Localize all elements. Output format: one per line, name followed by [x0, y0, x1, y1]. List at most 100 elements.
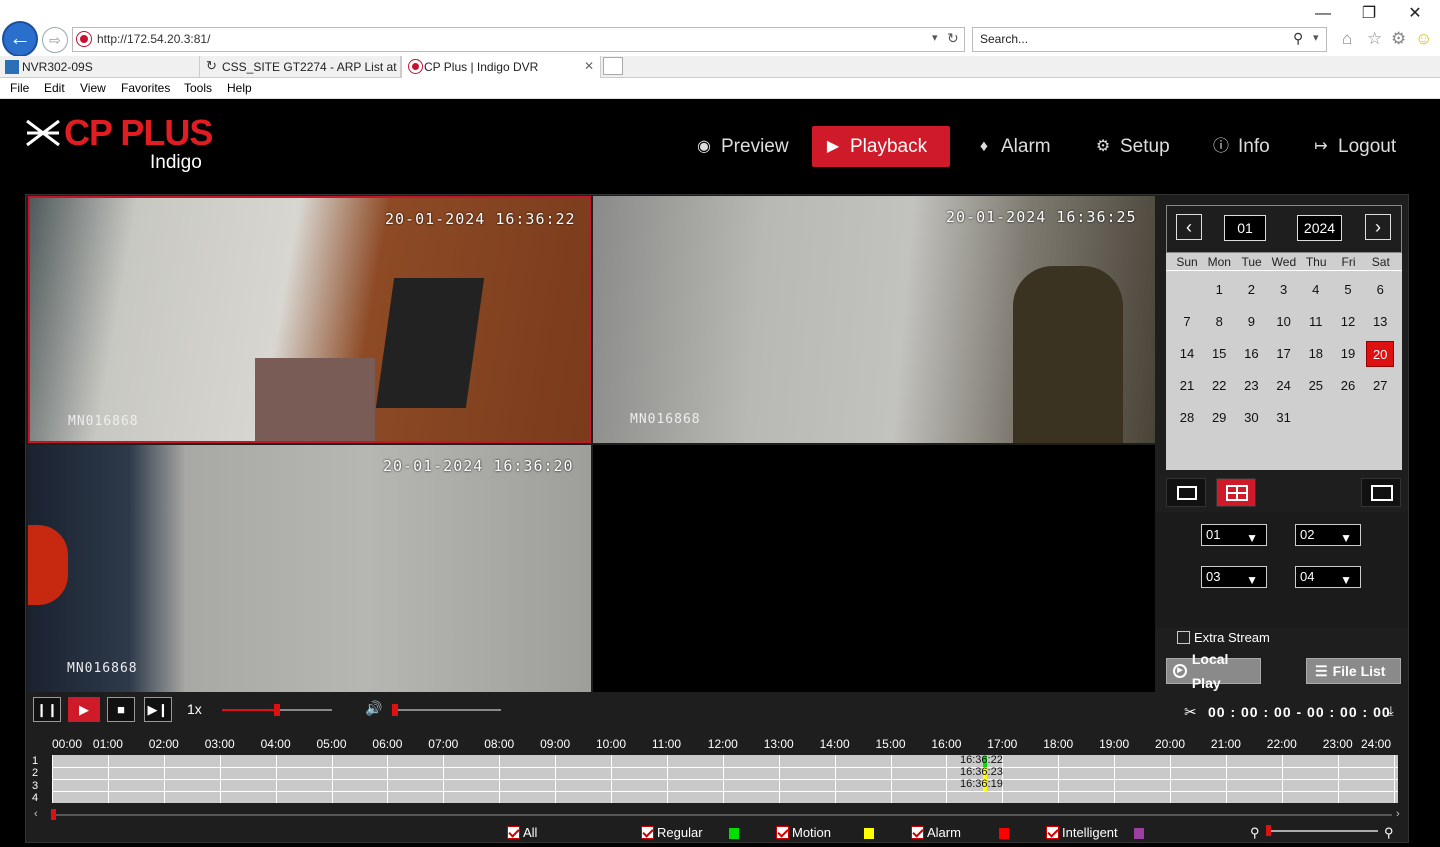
channel-select-2[interactable]: 02 ▼	[1295, 524, 1361, 546]
calendar-day[interactable]: 5	[1334, 277, 1362, 303]
tab-cp-plus[interactable]: CP Plus | Indigo DVR	[401, 56, 601, 78]
search-icon[interactable]: ⚲	[1293, 30, 1303, 47]
minimize-button[interactable]: —	[1300, 0, 1346, 28]
nav-alarm[interactable]: ♦ Alarm	[963, 126, 1063, 167]
pause-button[interactable]: ❙❙	[33, 697, 61, 722]
calendar-day[interactable]: 21	[1173, 373, 1201, 399]
calendar-day[interactable]: 26	[1334, 373, 1362, 399]
legend-checkbox[interactable]	[1046, 826, 1059, 839]
calendar-day[interactable]: 24	[1270, 373, 1298, 399]
volume-icon[interactable]: 🔊	[365, 700, 382, 717]
camera-view-4[interactable]	[593, 445, 1155, 692]
scroll-left-icon[interactable]: ‹	[34, 808, 38, 820]
scroll-right-icon[interactable]: ›	[1396, 808, 1400, 820]
local-play-button[interactable]: ▶ Local Play	[1166, 651, 1261, 691]
stop-button[interactable]: ■	[107, 697, 135, 722]
channel-select-4[interactable]: 04 ▼	[1295, 566, 1361, 588]
legend-intelligent[interactable]: Intelligent	[1046, 825, 1118, 840]
close-window-button[interactable]: ✕	[1392, 0, 1438, 28]
legend-motion[interactable]: Motion	[776, 825, 831, 840]
calendar-day[interactable]: 4	[1302, 277, 1330, 303]
speed-label[interactable]: 1x	[187, 701, 202, 717]
extra-stream-checkbox[interactable]	[1177, 631, 1190, 644]
calendar-day[interactable]: 11	[1302, 309, 1330, 335]
dropdown-arrow-icon[interactable]: ▾	[932, 31, 938, 44]
menu-file[interactable]: File	[10, 78, 29, 99]
favorites-star-icon[interactable]: ☆	[1367, 29, 1382, 49]
forward-button[interactable]: ⇨	[42, 27, 68, 53]
new-tab-button[interactable]	[603, 57, 623, 75]
zoom-slider[interactable]	[1268, 830, 1378, 832]
calendar-day[interactable]: 14	[1173, 341, 1201, 367]
calendar-month[interactable]: 01	[1224, 215, 1266, 241]
file-list-button[interactable]: ☰ File List	[1306, 658, 1401, 684]
zoom-knob[interactable]	[1266, 825, 1271, 836]
timeline-scrollbar[interactable]	[52, 814, 1392, 816]
camera-view-3[interactable]: 20-01-2024 16:36:20 MN016868	[28, 445, 591, 692]
calendar-day[interactable]: 28	[1173, 405, 1201, 431]
layout-quad-button[interactable]	[1216, 478, 1256, 507]
calendar-day[interactable]: 23	[1237, 373, 1265, 399]
layout-single-button[interactable]	[1166, 478, 1206, 507]
smiley-feedback-icon[interactable]: ☺	[1415, 29, 1432, 49]
calendar-day[interactable]: 25	[1302, 373, 1330, 399]
calendar-day[interactable]: 16	[1237, 341, 1265, 367]
calendar-day[interactable]: 2	[1237, 277, 1265, 303]
calendar-day[interactable]: 19	[1334, 341, 1362, 367]
menu-tools[interactable]: Tools	[184, 78, 212, 99]
calendar-day[interactable]: 12	[1334, 309, 1362, 335]
calendar-day[interactable]: 17	[1270, 341, 1298, 367]
timeline-grid[interactable]	[52, 755, 1398, 803]
legend-checkbox[interactable]	[507, 826, 520, 839]
calendar-day[interactable]: 20	[1366, 341, 1395, 367]
channel-select-3[interactable]: 03 ▼	[1201, 566, 1267, 588]
extra-stream-option[interactable]: Extra Stream	[1177, 630, 1270, 645]
play-button[interactable]: ▶	[68, 697, 100, 722]
tab-arp-list[interactable]: CSS_SITE GT2274 - ARP List at a...	[200, 56, 401, 78]
legend-checkbox[interactable]	[911, 826, 924, 839]
calendar-day[interactable]: 30	[1237, 405, 1265, 431]
nav-preview[interactable]: ◉ Preview	[683, 126, 801, 167]
fullscreen-button[interactable]	[1361, 478, 1401, 507]
timeline-scroll-knob[interactable]	[51, 809, 56, 820]
legend-alarm[interactable]: Alarm	[911, 825, 961, 840]
refresh-icon[interactable]: ↻	[947, 30, 959, 47]
calendar-day[interactable]: 10	[1270, 309, 1298, 335]
camera-view-1[interactable]: 20-01-2024 16:36:22 MN016868	[28, 196, 591, 443]
menu-help[interactable]: Help	[227, 78, 252, 99]
calendar-day[interactable]: 13	[1366, 309, 1394, 335]
calendar-day[interactable]: 15	[1205, 341, 1233, 367]
volume-slider[interactable]	[392, 709, 501, 711]
menu-view[interactable]: View	[80, 78, 106, 99]
zoom-in-icon[interactable]: ⚲	[1384, 825, 1394, 841]
calendar-day[interactable]: 3	[1270, 277, 1298, 303]
calendar-day[interactable]: 29	[1205, 405, 1233, 431]
legend-all[interactable]: All	[507, 825, 537, 840]
tab-nvr[interactable]: NVR302-09S	[0, 56, 200, 78]
calendar-day[interactable]: 1	[1205, 277, 1233, 303]
nav-setup[interactable]: ⚙ Setup	[1082, 126, 1182, 167]
home-icon[interactable]: ⌂	[1342, 29, 1352, 49]
menu-favorites[interactable]: Favorites	[121, 78, 170, 99]
volume-knob[interactable]	[392, 704, 398, 716]
search-dropdown-icon[interactable]: ▾	[1313, 31, 1319, 44]
nav-logout[interactable]: ↦ Logout	[1300, 126, 1408, 167]
calendar-year[interactable]: 2024	[1297, 215, 1342, 241]
channel-select-1[interactable]: 01 ▼	[1201, 524, 1267, 546]
legend-checkbox[interactable]	[641, 826, 654, 839]
next-month-button[interactable]: ›	[1365, 214, 1391, 240]
back-button[interactable]: ←	[2, 21, 38, 57]
calendar-day[interactable]: 6	[1366, 277, 1394, 303]
prev-month-button[interactable]: ‹	[1176, 214, 1202, 240]
calendar-day[interactable]: 9	[1237, 309, 1265, 335]
calendar-day[interactable]: 8	[1205, 309, 1233, 335]
calendar-day[interactable]: 7	[1173, 309, 1201, 335]
nav-playback[interactable]: ▶ Playback	[812, 126, 950, 167]
legend-checkbox[interactable]	[776, 826, 789, 839]
step-forward-button[interactable]: ▶❙	[144, 697, 172, 722]
calendar-day[interactable]: 31	[1270, 405, 1298, 431]
menu-edit[interactable]: Edit	[44, 78, 65, 99]
calendar-day[interactable]: 18	[1302, 341, 1330, 367]
close-tab-icon[interactable]: ✕	[584, 59, 594, 73]
restore-button[interactable]: ❐	[1346, 0, 1392, 28]
